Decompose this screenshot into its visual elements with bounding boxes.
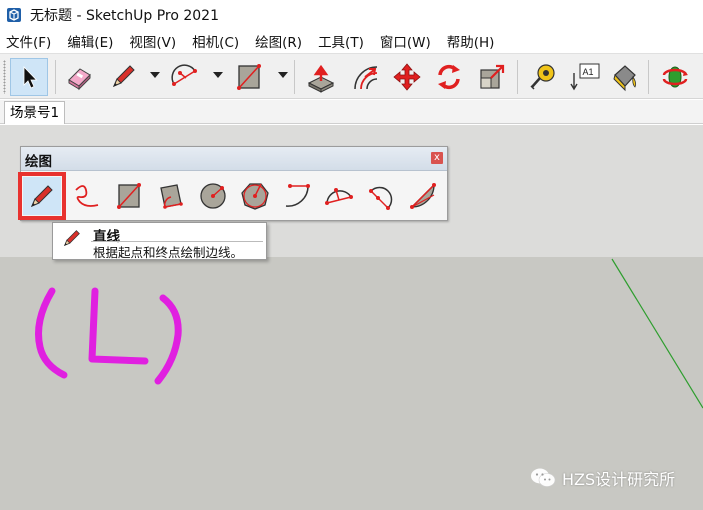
menu-camera[interactable]: 相机(C) bbox=[192, 31, 239, 51]
arc-tool-icon bbox=[285, 184, 310, 207]
pencil-icon bbox=[113, 65, 135, 87]
eraser-tool-button[interactable] bbox=[60, 58, 98, 96]
menu-bar: 文件(F) 编辑(E) 视图(V) 相机(C) 绘图(R) 工具(T) 窗口(W… bbox=[0, 30, 703, 52]
toolbar-grip[interactable] bbox=[3, 60, 6, 94]
select-tool-button[interactable] bbox=[10, 58, 48, 96]
draw-palette-title: 绘图 bbox=[25, 154, 52, 170]
main-toolbar: A1 bbox=[0, 53, 703, 99]
toolbar-separator bbox=[517, 60, 518, 94]
three-point-arc-button[interactable] bbox=[362, 177, 400, 215]
title-bar: 无标题 - SketchUp Pro 2021 bbox=[0, 0, 703, 30]
arc-tool-button[interactable] bbox=[166, 58, 204, 96]
text-tool-label: A1 bbox=[583, 67, 594, 77]
pencil-dropdown-arrow[interactable] bbox=[150, 72, 160, 78]
watermark: HZS设计研究所 bbox=[530, 466, 675, 490]
scale-icon bbox=[480, 64, 505, 89]
freehand-tool-button[interactable] bbox=[68, 177, 106, 215]
line-tool-icon bbox=[31, 185, 53, 207]
scene-tab-1[interactable]: 场景号1 bbox=[4, 101, 66, 124]
orbit-tool-button[interactable] bbox=[656, 58, 694, 96]
menu-help[interactable]: 帮助(H) bbox=[447, 31, 495, 51]
toolbar-separator bbox=[294, 60, 295, 94]
menu-edit[interactable]: 编辑(E) bbox=[67, 31, 113, 51]
text-icon: A1 bbox=[570, 63, 600, 91]
scene-tab-bar: 场景号1 bbox=[0, 100, 703, 124]
move-icon bbox=[393, 63, 421, 91]
orbit-icon bbox=[662, 66, 688, 88]
polygon-tool-icon bbox=[241, 183, 269, 210]
circle-tool-button[interactable] bbox=[194, 177, 232, 215]
toolbar-separator bbox=[648, 60, 649, 94]
rectangle-palette-button[interactable] bbox=[110, 177, 148, 215]
offset-icon bbox=[354, 66, 378, 90]
rectangle-dropdown-arrow[interactable] bbox=[278, 72, 288, 78]
menu-window[interactable]: 窗口(W) bbox=[380, 31, 431, 51]
two-point-arc-button[interactable] bbox=[320, 177, 358, 215]
pie-tool-button[interactable] bbox=[404, 177, 442, 215]
menu-view[interactable]: 视图(V) bbox=[129, 31, 176, 51]
toolbar-separator bbox=[55, 60, 56, 94]
rotated-rectangle-tool-icon bbox=[160, 184, 183, 209]
rectangle-tool-icon bbox=[117, 183, 141, 209]
scale-tool-button[interactable] bbox=[473, 58, 511, 96]
circle-tool-icon bbox=[200, 183, 226, 209]
tape-measure-tool-button[interactable] bbox=[524, 58, 562, 96]
three-point-arc-tool-icon bbox=[369, 186, 393, 210]
line-tool-tooltip: 直线 根据起点和终点绘制边线。 bbox=[52, 222, 267, 260]
two-point-arc-tool-icon bbox=[325, 188, 353, 205]
pencil-tool-button[interactable] bbox=[104, 58, 142, 96]
handwritten-annotation bbox=[35, 287, 182, 385]
offset-tool-button[interactable] bbox=[346, 58, 384, 96]
select-icon bbox=[23, 66, 38, 89]
menu-file[interactable]: 文件(F) bbox=[6, 31, 51, 51]
freehand-tool-icon bbox=[75, 185, 99, 207]
move-tool-button[interactable] bbox=[388, 58, 426, 96]
tooltip-description: 根据起点和终点绘制边线。 bbox=[93, 245, 244, 260]
rotate-tool-button[interactable] bbox=[430, 58, 468, 96]
text-tool-button[interactable]: A1 bbox=[566, 58, 604, 96]
draw-palette: 绘图 x bbox=[18, 146, 448, 221]
window-title: 无标题 - SketchUp Pro 2021 bbox=[30, 8, 219, 24]
rotate-icon bbox=[438, 64, 460, 90]
arc-palette-button[interactable] bbox=[278, 177, 316, 215]
draw-palette-header[interactable]: 绘图 x bbox=[21, 147, 447, 171]
arc-icon bbox=[171, 64, 197, 86]
rectangle-icon bbox=[237, 64, 261, 90]
close-icon[interactable]: x bbox=[431, 152, 443, 164]
watermark-text: HZS设计研究所 bbox=[562, 470, 676, 489]
polygon-tool-button[interactable] bbox=[236, 177, 274, 215]
eraser-icon bbox=[68, 68, 91, 91]
push-pull-icon bbox=[307, 64, 335, 93]
rotated-rectangle-button[interactable] bbox=[152, 177, 190, 215]
tape-measure-icon bbox=[530, 64, 555, 90]
push-pull-tool-button[interactable] bbox=[302, 58, 340, 96]
sketchup-app-icon bbox=[7, 8, 21, 22]
arc-dropdown-arrow[interactable] bbox=[213, 72, 223, 78]
paint-bucket-tool-button[interactable] bbox=[606, 58, 644, 96]
menu-draw[interactable]: 绘图(R) bbox=[255, 31, 302, 51]
menu-tools[interactable]: 工具(T) bbox=[318, 31, 364, 51]
paint-bucket-icon bbox=[613, 65, 637, 92]
wechat-icon bbox=[531, 468, 556, 487]
pie-tool-icon bbox=[410, 183, 436, 209]
pencil-icon bbox=[63, 230, 80, 247]
line-tool-button[interactable] bbox=[18, 172, 66, 220]
rectangle-tool-button[interactable] bbox=[230, 58, 268, 96]
green-axis-line bbox=[611, 258, 703, 409]
